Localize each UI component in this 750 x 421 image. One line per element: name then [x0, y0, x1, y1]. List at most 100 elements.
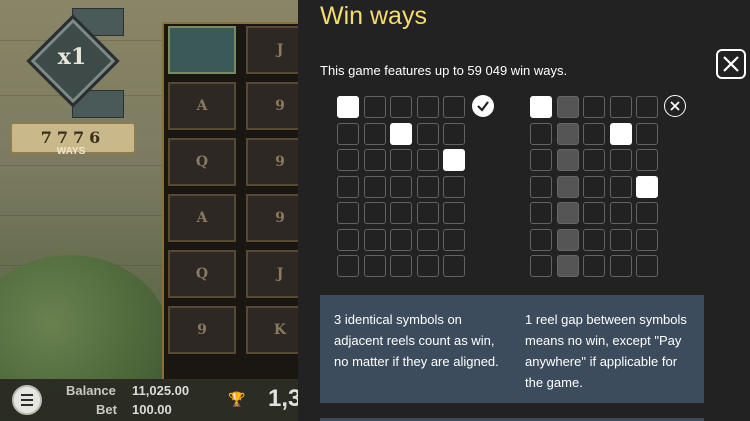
reel-cell: A [168, 194, 236, 242]
grid-cell [636, 149, 658, 171]
grid-cell [556, 255, 579, 277]
grid-cell [583, 255, 605, 277]
grid-cell [337, 149, 359, 171]
multiplier-value: x1 [57, 44, 87, 70]
grid-cell [609, 228, 632, 251]
grid-cell [443, 122, 465, 145]
grid-cell [530, 96, 552, 118]
grid-cell [583, 228, 605, 251]
grid-cell [337, 96, 359, 118]
grid-cell [556, 175, 579, 198]
cross-icon [664, 95, 686, 117]
grid-cell [636, 228, 658, 251]
bet-value: 100.00 [132, 402, 172, 417]
win-ways-intro: This game features up to 59 049 win ways… [320, 63, 568, 78]
grid-cell [390, 175, 412, 198]
grid-cell [443, 202, 465, 224]
grid-cell [609, 149, 632, 171]
grid-cell [363, 228, 386, 251]
grid-cell [530, 228, 552, 251]
grid-cell [609, 96, 632, 118]
reel-cell: 9 [246, 194, 300, 242]
grid-cell [443, 149, 465, 171]
reel-cell: K [246, 306, 300, 354]
grid-cell [416, 228, 439, 251]
reel-cell [168, 26, 236, 74]
grid-cell [556, 228, 579, 251]
grid-cell [443, 228, 465, 251]
grid-cell [337, 175, 359, 198]
grid-cell [583, 149, 605, 171]
grid-cell [556, 202, 579, 224]
grid-cell [583, 202, 605, 224]
grid-cell [363, 202, 386, 224]
close-button[interactable] [716, 49, 746, 79]
reel-cell: 9 [246, 82, 300, 130]
grid-cell [363, 96, 386, 118]
grid-cell [390, 96, 412, 118]
grid-cell [556, 122, 579, 145]
reel-cell: 9 [168, 306, 236, 354]
grid-cell [416, 149, 439, 171]
adjacent-reels-note: 3 identical symbols on adjacent reels co… [334, 312, 499, 369]
grid-cell [443, 255, 465, 277]
info-panel: Win ways This game features up to 59 049… [298, 0, 750, 421]
grid-cell [390, 255, 412, 277]
grid-cell [416, 202, 439, 224]
grid-cell [556, 96, 579, 118]
grid-cell [530, 202, 552, 224]
reel-cell: J [246, 26, 300, 74]
win-amount: 1,3 [268, 385, 300, 412]
grid-cell [583, 96, 605, 118]
grid-cell [443, 175, 465, 198]
explanation-box: 3 identical symbols on adjacent reels co… [320, 295, 704, 403]
grid-cell [609, 255, 632, 277]
reel-cell: A [168, 82, 236, 130]
grid-cell [609, 175, 632, 198]
reel-area: J A 9 Q 9 A 9 Q J 9 K [162, 22, 300, 381]
trophy-icon: 🏆 [228, 391, 246, 407]
ways-label: WAYS [56, 146, 86, 157]
grid-cell [530, 175, 552, 198]
grid-cell [443, 96, 465, 118]
grid-cell [337, 228, 359, 251]
balance-label: Balance [66, 383, 116, 398]
grid-cell [390, 149, 412, 171]
ways-count: 7776 [40, 128, 106, 147]
grid-cell [530, 149, 552, 171]
grid-cell [416, 96, 439, 118]
grid-cell [390, 202, 412, 224]
grid-cell [337, 122, 359, 145]
reel-gap-note: 1 reel gap between symbols means no win,… [525, 312, 687, 390]
grid-cell [363, 255, 386, 277]
grid-cell [609, 202, 632, 224]
checkmark-icon [472, 95, 494, 117]
grid-cell [416, 175, 439, 198]
grid-cell [390, 122, 412, 145]
grid-cell [363, 149, 386, 171]
grid-cell [363, 175, 386, 198]
grid-cell [416, 255, 439, 277]
grid-cell [583, 175, 605, 198]
grid-cell [609, 122, 632, 145]
grid-cell [416, 122, 439, 145]
balance-value: 11,025.00 [132, 383, 190, 398]
grid-cell [337, 255, 359, 277]
grid-cell [636, 96, 658, 118]
grid-cell [337, 202, 359, 224]
bet-label: Bet [96, 402, 117, 417]
grid-cell [530, 122, 552, 145]
grid-cell [583, 122, 605, 145]
grid-cell [636, 122, 658, 145]
grid-cell [636, 202, 658, 224]
grid-cell [390, 228, 412, 251]
close-icon [723, 56, 739, 72]
panel-title: Win ways [320, 2, 427, 30]
bottom-hud: Balance 11,025.00 Bet 100.00 🏆 1,3 [0, 379, 300, 421]
grid-cell [636, 175, 658, 198]
reel-cell: J [246, 250, 300, 298]
grid-cell [556, 149, 579, 171]
reel-cell: Q [168, 250, 236, 298]
reel-cell: 9 [246, 138, 300, 186]
menu-button[interactable] [12, 385, 42, 415]
